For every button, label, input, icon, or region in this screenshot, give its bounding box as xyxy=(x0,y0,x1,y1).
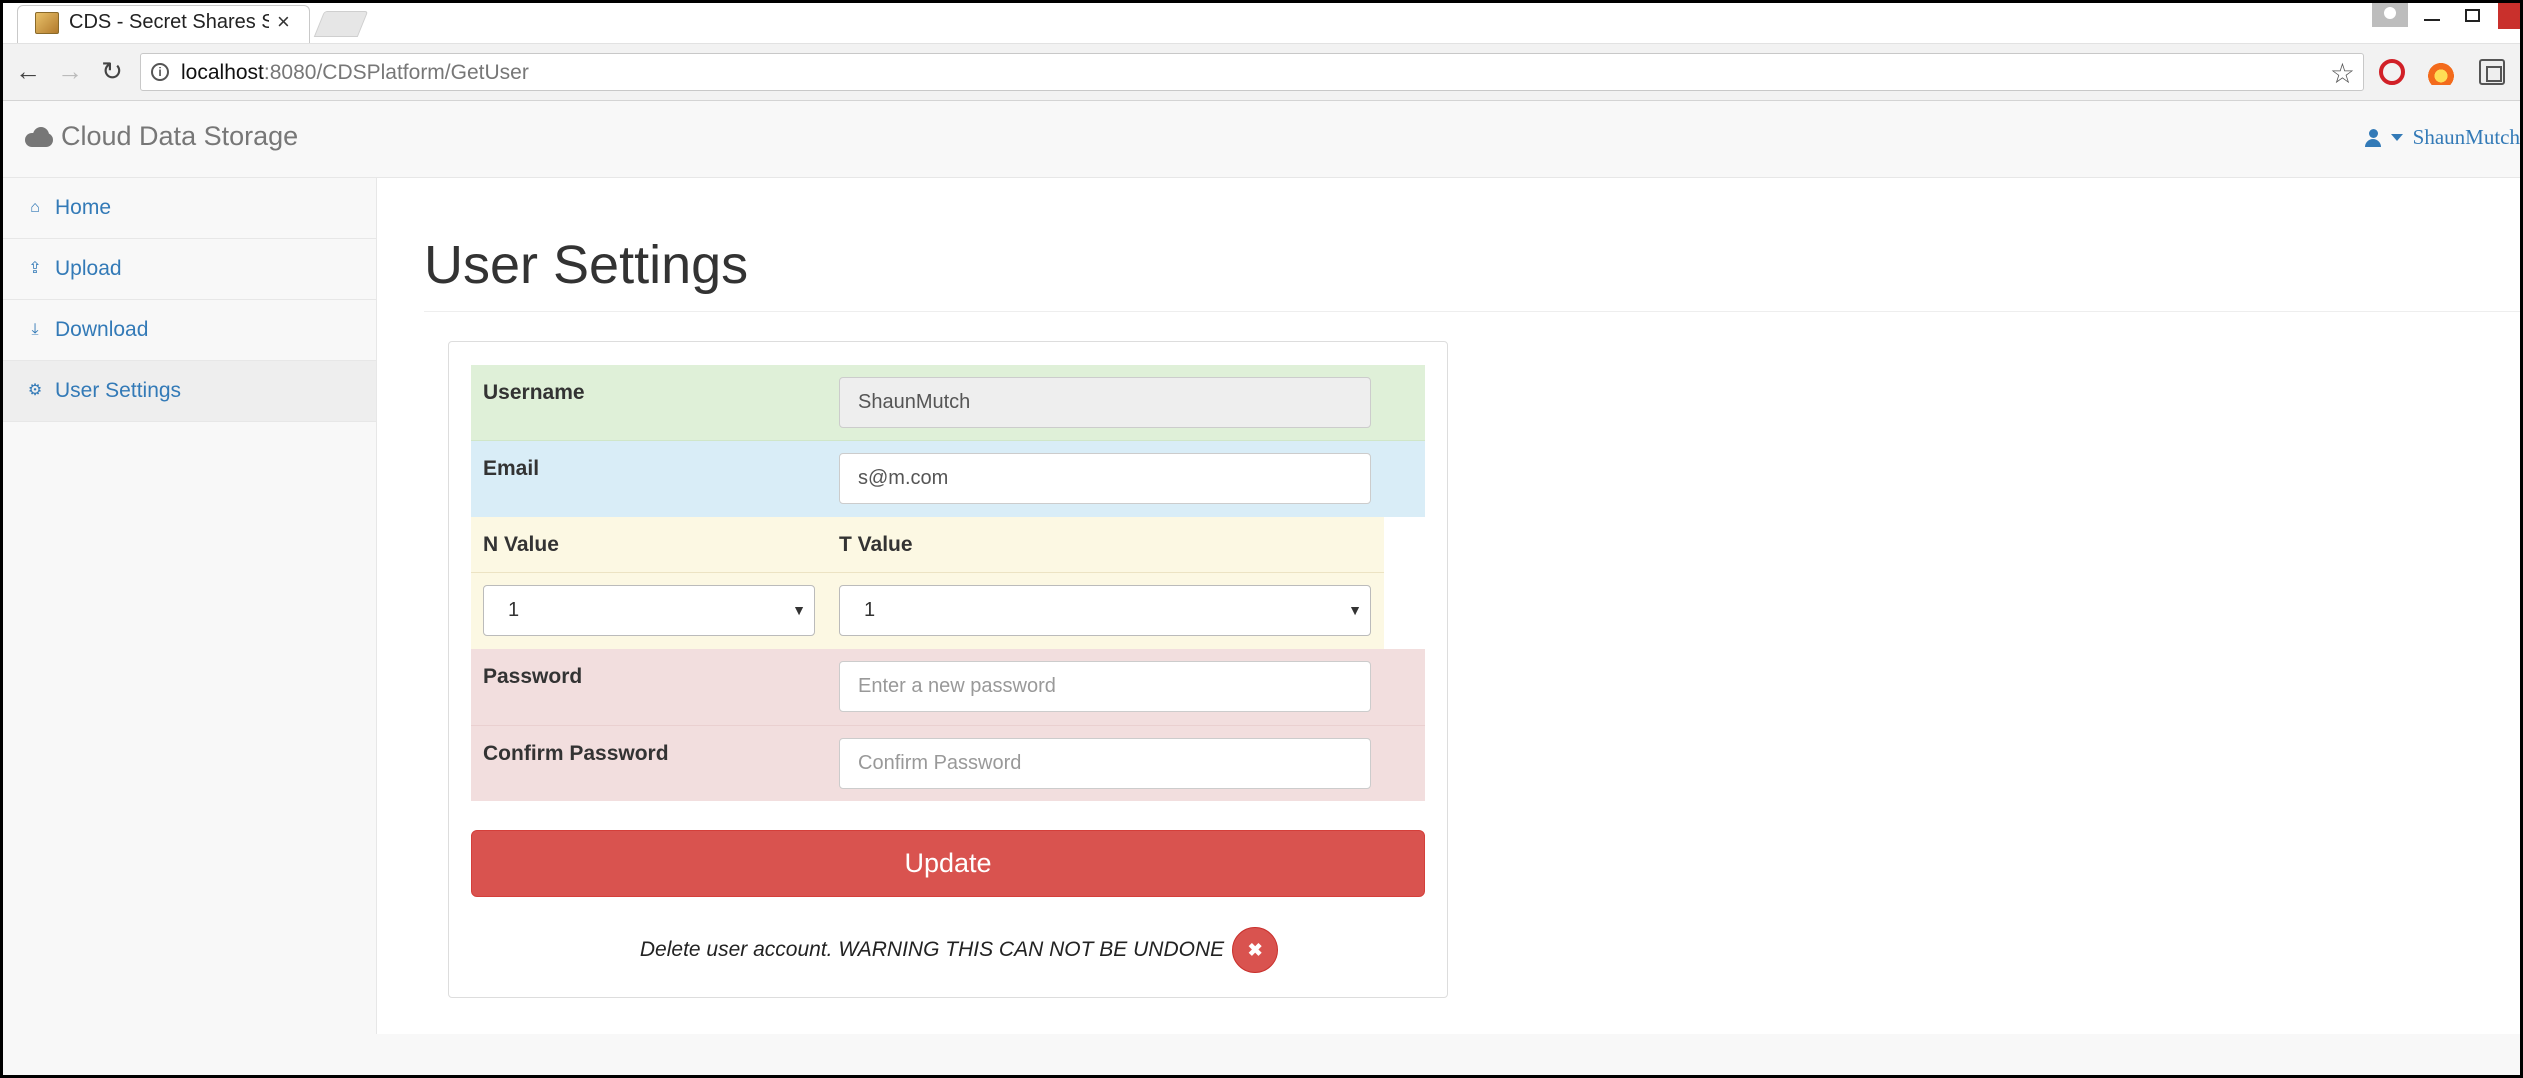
brand-text: Cloud Data Storage xyxy=(61,121,299,151)
dropdown-arrow-icon: ▼ xyxy=(792,602,806,618)
username-label: Username xyxy=(483,381,585,404)
web-page: Cloud Data Storage ShaunMutch ⌂ Home ⇪ U… xyxy=(3,101,2520,1075)
close-window-icon[interactable] xyxy=(2498,3,2520,29)
sidebar-item-user-settings[interactable]: ⚙ User Settings xyxy=(3,361,376,422)
delete-account-button[interactable]: ✖ xyxy=(1232,927,1279,973)
extension-box-icon[interactable] xyxy=(2479,59,2505,85)
settings-form-panel: Username Email N Value T Value 1 ▼ xyxy=(448,341,1448,998)
update-button[interactable]: Update xyxy=(471,830,1425,897)
favicon-icon xyxy=(35,12,59,34)
confirm-password-label: Confirm Password xyxy=(483,742,669,765)
browser-toolbar: ← → ↻ i localhost:8080/CDSPlatform/GetUs… xyxy=(3,43,2520,101)
password-field[interactable] xyxy=(839,661,1371,712)
dropdown-arrow-icon: ▼ xyxy=(1348,602,1362,618)
home-icon: ⌂ xyxy=(30,199,40,216)
t-value-select[interactable]: 1 ▼ xyxy=(839,585,1371,636)
caret-down-icon xyxy=(2390,134,2403,141)
sidebar-item-label: User Settings xyxy=(55,379,182,402)
n-value-selected: 1 xyxy=(508,599,520,621)
email-field[interactable] xyxy=(839,453,1371,504)
sidebar-item-label: Home xyxy=(55,196,112,219)
t-value-selected: 1 xyxy=(864,599,876,621)
divider xyxy=(424,311,2520,312)
minimize-icon[interactable] xyxy=(2424,19,2440,21)
email-label: Email xyxy=(483,457,540,480)
delete-warning-text: Delete user account. WARNING THIS CAN NO… xyxy=(639,938,1225,961)
sidebar-item-upload[interactable]: ⇪ Upload xyxy=(3,239,376,300)
browser-window: CDS - Secret Shares Syste × ← → ↻ i loca… xyxy=(3,3,2520,1075)
user-icon xyxy=(2364,128,2381,147)
user-dropdown[interactable]: ShaunMutch xyxy=(2364,125,2520,150)
new-tab-button[interactable] xyxy=(313,11,369,37)
n-value-label: N Value xyxy=(483,533,559,556)
password-label: Password xyxy=(483,665,583,688)
n-value-select[interactable]: 1 ▼ xyxy=(483,585,815,636)
nt-header-row: N Value T Value xyxy=(471,517,1384,573)
sidebar-item-download[interactable]: ⤓ Download xyxy=(3,300,376,361)
fire-extension-icon[interactable] xyxy=(2428,59,2454,85)
page-title: User Settings xyxy=(424,235,749,295)
address-bar[interactable]: i localhost:8080/CDSPlatform/GetUser ☆ xyxy=(140,53,2364,91)
cloud-upload-icon xyxy=(25,126,53,147)
opera-extension-icon[interactable] xyxy=(2379,59,2405,85)
page-footer xyxy=(3,1034,2520,1075)
url-path: :8080/CDSPlatform/GetUser xyxy=(263,61,529,84)
sidebar-item-home[interactable]: ⌂ Home xyxy=(3,178,376,239)
tab-strip: CDS - Secret Shares Syste × xyxy=(3,3,2520,43)
username-row: Username xyxy=(471,365,1425,441)
restore-icon[interactable] xyxy=(2465,9,2480,22)
url-host: localhost xyxy=(181,61,264,84)
sidebar-item-label: Upload xyxy=(55,257,122,280)
profile-icon[interactable] xyxy=(2372,3,2408,27)
username-field xyxy=(839,377,1371,428)
bookmark-star-icon[interactable]: ☆ xyxy=(2330,57,2355,90)
upload-icon: ⇪ xyxy=(28,260,42,277)
download-icon: ⤓ xyxy=(31,321,39,338)
email-row: Email xyxy=(471,441,1425,517)
brand[interactable]: Cloud Data Storage xyxy=(25,121,298,152)
confirm-password-field[interactable] xyxy=(839,738,1371,789)
tab-title: CDS - Secret Shares Syste xyxy=(69,11,269,33)
info-icon[interactable]: i xyxy=(151,63,169,81)
back-icon[interactable]: ← xyxy=(13,56,43,87)
password-row: Password xyxy=(471,649,1425,725)
tab-close-icon[interactable]: × xyxy=(277,9,290,35)
main-content: User Settings Username Email N Value T V… xyxy=(377,178,2520,1034)
delete-account-row: Delete user account. WARNING THIS CAN NO… xyxy=(449,927,1449,973)
forward-icon[interactable]: → xyxy=(55,56,85,87)
gear-icon: ⚙ xyxy=(27,382,43,399)
t-value-label: T Value xyxy=(839,533,913,556)
top-navbar: Cloud Data Storage ShaunMutch xyxy=(3,101,2520,178)
username-label: ShaunMutch xyxy=(2412,125,2520,149)
url-text: localhost:8080/CDSPlatform/GetUser xyxy=(181,61,529,85)
sidebar-item-label: Download xyxy=(55,318,149,341)
sidebar: ⌂ Home ⇪ Upload ⤓ Download ⚙ User Settin… xyxy=(3,178,377,1034)
nt-select-row: 1 ▼ 1 ▼ xyxy=(471,573,1384,649)
reload-icon[interactable]: ↻ xyxy=(97,56,127,87)
confirm-password-row: Confirm Password xyxy=(471,725,1425,801)
